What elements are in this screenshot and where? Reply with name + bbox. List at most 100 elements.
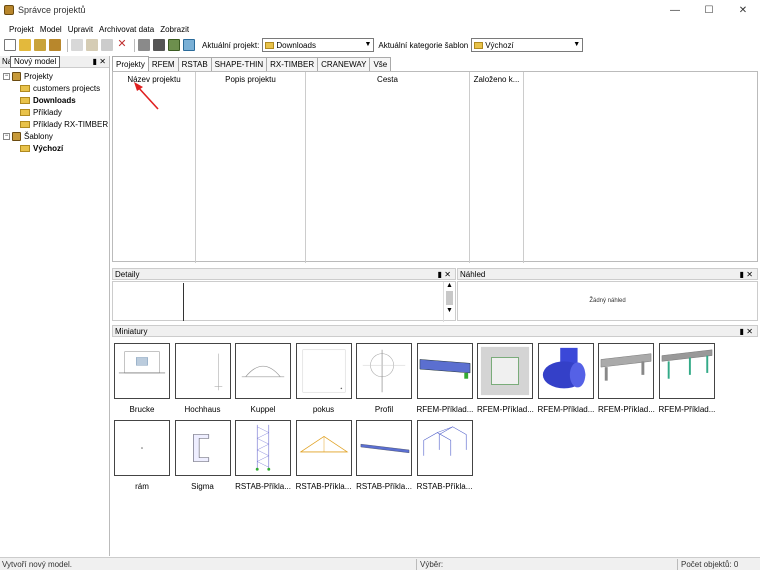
thumbnail-preview[interactable] [356, 420, 412, 476]
details-title: Detaily [115, 269, 140, 279]
thumbnail-preview[interactable] [114, 343, 170, 399]
tree-item[interactable]: customers projects [0, 82, 109, 94]
preview-empty-text: Žádný náhled [589, 298, 626, 304]
collapse-icon[interactable]: − [3, 132, 10, 140]
folder-icon [474, 41, 484, 49]
thumbnail-view-icon[interactable] [168, 39, 180, 51]
model-thumbnail[interactable]: RFEM-Příklad... [416, 343, 473, 414]
thumbnail-preview[interactable] [477, 343, 533, 399]
tree-item[interactable]: Příklady [0, 106, 109, 118]
thumbnail-preview[interactable] [356, 343, 412, 399]
folder-edit-icon[interactable] [49, 39, 61, 51]
folder-icon [20, 84, 30, 92]
delete-icon[interactable]: ✕ [116, 39, 128, 51]
thumbnail-preview[interactable] [598, 343, 654, 399]
model-thumbnail[interactable]: Brucke [114, 343, 170, 414]
tree-item[interactable]: Výchozí [0, 142, 109, 154]
menu-zobrazit[interactable]: Zobrazit [157, 25, 192, 34]
tree-item-label: customers projects [33, 83, 101, 93]
status-message: Vytvoří nový model. [2, 560, 72, 569]
pin-close-icon[interactable]: ▮ ✕ [438, 270, 451, 279]
open-folder-icon[interactable] [19, 39, 31, 51]
folder-icon [20, 144, 30, 152]
thumbnail-preview[interactable] [235, 420, 291, 476]
menu-upravit[interactable]: Upravit [65, 25, 96, 34]
tab-craneway[interactable]: CRANEWAY [317, 57, 371, 71]
project-navigator: Na tů ▮ ✕ −Projektycustomers projectsDow… [0, 56, 110, 556]
details-scrollbar[interactable]: ▲ ▼ [443, 282, 455, 322]
model-thumbnail[interactable]: Kuppel [235, 343, 291, 414]
pin-close-icon[interactable]: ▮ ✕ [93, 57, 106, 66]
model-thumbnail[interactable]: Hochhaus [174, 343, 231, 414]
tree-item[interactable]: Příklady RX-TIMBER [0, 118, 109, 130]
model-thumbnail[interactable]: pokus [295, 343, 352, 414]
model-thumbnail[interactable]: RSTAB-Příkla... [295, 420, 352, 491]
thumbnail-preview[interactable] [295, 420, 352, 476]
menu-model[interactable]: Model [37, 25, 65, 34]
model-thumbnail[interactable]: RFEM-Příklad... [598, 343, 655, 414]
search-icon[interactable] [183, 39, 195, 51]
minimize-button[interactable]: — [658, 0, 692, 20]
scroll-thumb[interactable] [446, 291, 453, 305]
tab-shape-thin[interactable]: SHAPE-THIN [210, 57, 268, 71]
duplicate-icon[interactable] [101, 39, 113, 51]
status-selection: Výběr: [420, 560, 444, 569]
model-thumbnail[interactable]: RFEM-Příklad... [537, 343, 594, 414]
maximize-button[interactable]: ☐ [692, 0, 726, 20]
tree-item[interactable]: Downloads [0, 94, 109, 106]
tree-item[interactable]: − Šablony [0, 130, 109, 142]
thumbnail-label: Sigma [191, 482, 214, 491]
menu-archivovat[interactable]: Archivovat data [96, 25, 157, 34]
thumbnail-preview[interactable] [537, 343, 594, 399]
thumbnail-preview[interactable] [416, 420, 473, 476]
image-icon[interactable] [153, 39, 165, 51]
new-model-tooltip: Nový model [10, 56, 61, 68]
column-header-path[interactable]: Cesta [306, 72, 470, 263]
thumbnail-preview[interactable] [658, 343, 715, 399]
tree-item[interactable]: − Projekty [0, 70, 109, 82]
tab-rfem[interactable]: RFEM [147, 57, 179, 71]
thumbnail-preview[interactable] [235, 343, 291, 399]
column-header-created[interactable]: Založeno k... [470, 72, 524, 263]
scroll-down-icon[interactable]: ▼ [444, 307, 455, 314]
tab-rstab[interactable]: RSTAB [177, 57, 212, 71]
folder-icon [265, 41, 275, 49]
current-project-select[interactable]: Downloads ▼ [262, 38, 375, 52]
model-thumbnail[interactable]: Sigma [174, 420, 231, 491]
thumbnail-label: RSTAB-Příkla... [295, 482, 352, 491]
paste-icon[interactable] [86, 39, 98, 51]
dropdown-arrow-icon: ▼ [364, 41, 372, 48]
current-project-value: Downloads [276, 40, 316, 50]
properties-icon[interactable] [138, 39, 150, 51]
model-thumbnail[interactable]: RSTAB-Příkla... [356, 420, 412, 491]
model-thumbnail[interactable]: rám [114, 420, 170, 491]
column-header-description[interactable]: Popis projektu [196, 72, 306, 263]
pin-close-icon[interactable]: ▮ ✕ [740, 270, 753, 279]
model-thumbnail[interactable]: Profil [356, 343, 412, 414]
scroll-up-icon[interactable]: ▲ [444, 282, 455, 289]
thumbnail-preview[interactable] [114, 420, 170, 476]
tab-rx-timber[interactable]: RX-TIMBER [266, 57, 319, 71]
app-icon [4, 5, 14, 15]
model-thumbnail[interactable]: RSTAB-Příkla... [416, 420, 473, 491]
thumbnail-preview[interactable] [295, 343, 352, 399]
template-category-value: Výchozí [485, 40, 514, 50]
thumbnail-label: pokus [312, 405, 335, 414]
thumbnail-preview[interactable] [416, 343, 473, 399]
close-window-button[interactable]: ✕ [726, 0, 760, 20]
tab-vše[interactable]: Vše [369, 57, 392, 71]
tree-item-label: Příklady [33, 107, 62, 117]
tab-projekty[interactable]: Projekty [112, 56, 149, 71]
new-model-icon[interactable] [4, 39, 16, 51]
model-thumbnail[interactable]: RFEM-Příklad... [477, 343, 534, 414]
copy-icon[interactable] [71, 39, 83, 51]
pin-close-icon[interactable]: ▮ ✕ [740, 327, 753, 336]
thumbnail-preview[interactable] [174, 343, 231, 399]
collapse-icon[interactable]: − [3, 72, 10, 80]
folder-star-icon[interactable] [34, 39, 46, 51]
menu-projekt[interactable]: Projekt [6, 25, 37, 34]
template-category-select[interactable]: Výchozí ▼ [471, 38, 584, 52]
model-thumbnail[interactable]: RFEM-Příklad... [658, 343, 715, 414]
thumbnail-preview[interactable] [174, 420, 231, 476]
model-thumbnail[interactable]: RSTAB-Příkla... [235, 420, 291, 491]
